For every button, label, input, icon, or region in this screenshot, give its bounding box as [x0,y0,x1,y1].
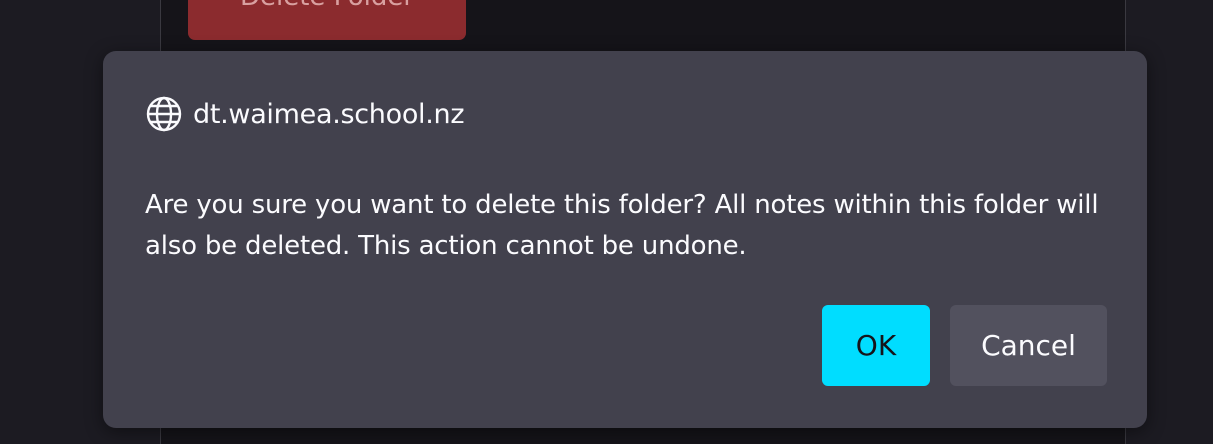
cancel-button[interactable]: Cancel [950,305,1107,386]
dialog-origin: dt.waimea.school.nz [145,95,465,133]
confirm-dialog: dt.waimea.school.nz Are you sure you wan… [103,51,1147,428]
globe-icon [145,95,183,133]
ok-button[interactable]: OK [822,305,930,386]
delete-folder-button[interactable]: Delete Folder [188,0,466,40]
dialog-origin-text: dt.waimea.school.nz [193,98,465,130]
dialog-message: Are you sure you want to delete this fol… [145,190,1099,261]
page: Delete Folder dt.waimea.school.nz Are yo… [0,0,1213,444]
